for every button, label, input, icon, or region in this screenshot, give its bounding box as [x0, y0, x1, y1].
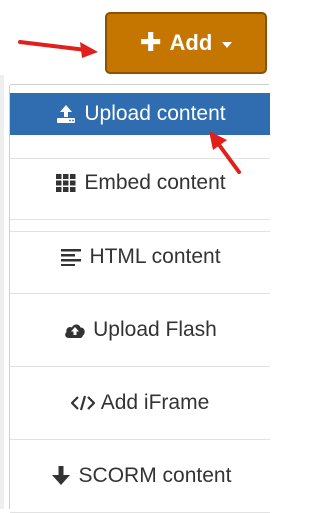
code-icon — [70, 392, 95, 414]
plus-icon: ✚ — [139, 27, 162, 57]
menu-item-scorm-content[interactable]: SCORM content — [10, 440, 270, 513]
caret-down-icon — [222, 41, 233, 48]
annotation-arrow-icon — [18, 40, 98, 58]
arrow-down-icon — [49, 465, 73, 487]
add-button[interactable]: ✚ Add — [105, 12, 267, 74]
menu-item-label: Add iFrame — [100, 391, 210, 414]
add-button-label: Add — [169, 30, 213, 55]
menu-item-html-content[interactable]: HTML content — [10, 221, 270, 294]
menu-item-label: HTML content — [89, 245, 221, 268]
background-panel-edge — [0, 75, 4, 509]
grid-icon — [54, 172, 78, 194]
align-left-icon — [59, 246, 83, 268]
menu-item-label: SCORM content — [78, 464, 232, 487]
cloud-upload-icon — [63, 319, 87, 341]
upload-icon — [54, 103, 78, 125]
annotation-arrow-icon — [209, 131, 241, 174]
menu-item-label: Upload Flash — [93, 318, 217, 341]
menu-item-label: Upload content — [84, 102, 226, 125]
menu-item-upload-flash[interactable]: Upload Flash — [10, 294, 270, 367]
menu-item-add-iframe[interactable]: Add iFrame — [10, 367, 270, 440]
